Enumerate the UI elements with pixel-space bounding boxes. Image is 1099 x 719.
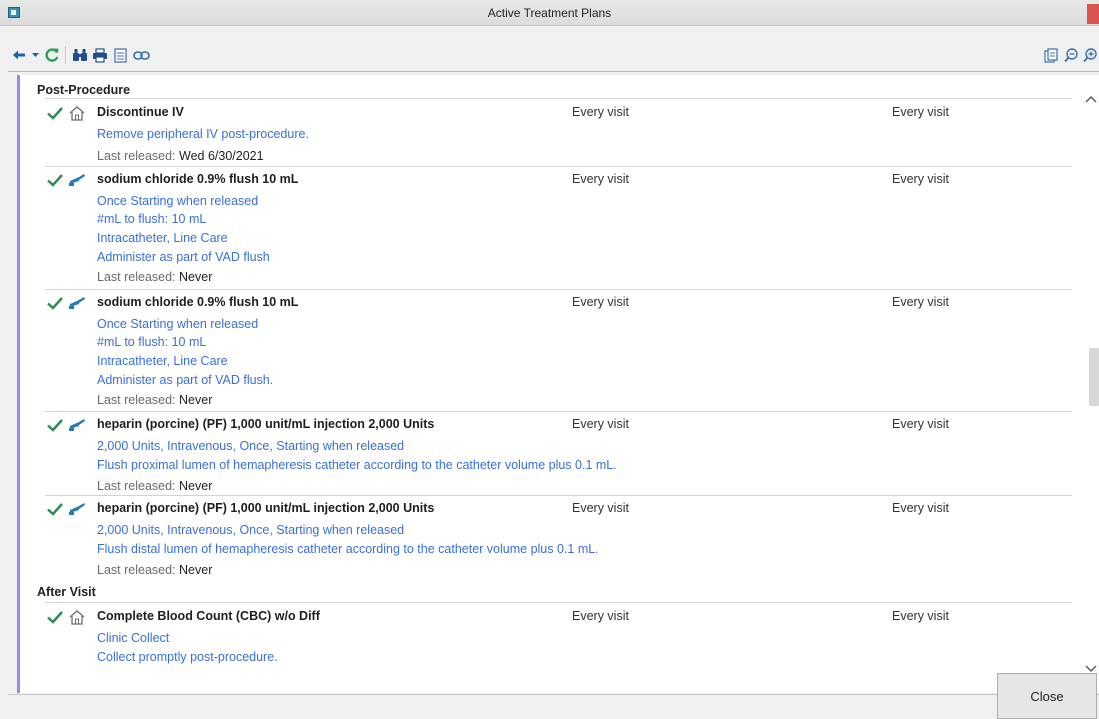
order-frequency-2: Every visit [892,417,949,431]
order-title[interactable]: Complete Blood Count (CBC) w/o Diff [97,609,320,623]
last-released: Last released: Never [97,393,212,407]
order-detail: Intracatheter, Line Care [97,354,228,368]
checkmark-icon [47,610,63,624]
back-arrow-icon[interactable] [10,43,28,67]
close-button[interactable]: Close [997,673,1097,719]
order-frequency-2: Every visit [892,609,949,623]
last-released-value: Wed 6/30/2021 [179,149,264,163]
syringe-icon [68,417,86,433]
order-frequency-2: Every visit [892,295,949,309]
last-released-value: Never [179,479,213,493]
syringe-icon [68,172,86,188]
scrollbar-thumb[interactable] [1089,348,1099,406]
binoculars-icon[interactable] [70,43,90,67]
order-detail: Collect promptly post-procedure. [97,650,278,664]
zoom-out-icon[interactable] [1062,43,1080,67]
last-released-label: Last released: [97,479,176,493]
checkmark-icon [47,106,63,120]
order-row-sodium-chloride-flush[interactable]: sodium chloride 0.9% flush 10 mL Every v… [17,295,1082,411]
scroll-up-icon[interactable] [1084,93,1098,103]
order-row-discontinue-iv[interactable]: Discontinue IV Every visit Every visit R… [17,105,1082,165]
order-row-heparin-injection[interactable]: heparin (porcine) (PF) 1,000 unit/mL inj… [17,417,1082,495]
last-released: Last released: Never [97,479,212,493]
last-released-value: Never [179,563,213,577]
home-icon [68,105,86,121]
last-released-value: Never [179,270,213,284]
divider [45,289,1072,290]
print-icon[interactable] [90,43,110,67]
last-released: Last released: Never [97,270,212,284]
document-icon[interactable] [110,43,130,67]
footer-divider [8,694,1099,695]
divider [45,166,1072,167]
window-title: Active Treatment Plans [487,6,612,20]
dropdown-arrow-icon[interactable] [29,43,41,67]
order-frequency: Every visit [572,501,629,515]
order-title[interactable]: heparin (porcine) (PF) 1,000 unit/mL inj… [97,501,434,515]
syringe-icon [68,501,86,517]
order-frequency-2: Every visit [892,105,949,119]
order-detail: Once Starting when released [97,317,259,331]
section-header-after-visit: After Visit [37,585,96,599]
order-detail: Flush proximal lumen of hemapheresis cat… [97,458,617,472]
order-detail: Clinic Collect [97,631,170,645]
last-released-value: Never [179,393,213,407]
order-row-heparin-injection[interactable]: heparin (porcine) (PF) 1,000 unit/mL inj… [17,501,1082,579]
order-detail: Administer as part of VAD flush. [97,373,274,387]
checkmark-icon [47,418,63,432]
order-title[interactable]: Discontinue IV [97,105,184,119]
last-released-label: Last released: [97,149,176,163]
last-released-label: Last released: [97,270,176,284]
order-detail: #mL to flush: 10 mL [97,335,207,349]
order-detail: #mL to flush: 10 mL [97,212,207,226]
treatment-plan-list[interactable]: Post-Procedure Discontinue IV Every visi… [17,75,1082,693]
refresh-icon[interactable] [42,43,62,67]
divider [45,495,1072,496]
order-title[interactable]: sodium chloride 0.9% flush 10 mL [97,172,298,186]
order-detail: 2,000 Units, Intravenous, Once, Starting… [97,439,405,453]
order-detail: Flush distal lumen of hemapheresis cathe… [97,542,599,556]
divider [45,98,1072,99]
toolbar [8,43,1099,69]
scroll-down-icon[interactable] [1084,663,1098,673]
syringe-icon [68,295,86,311]
order-detail: 2,000 Units, Intravenous, Once, Starting… [97,523,405,537]
order-frequency: Every visit [572,609,629,623]
home-icon [68,609,86,625]
order-frequency: Every visit [572,417,629,431]
last-released-label: Last released: [97,393,176,407]
vertical-scrollbar[interactable] [1082,75,1099,693]
order-title[interactable]: sodium chloride 0.9% flush 10 mL [97,295,298,309]
last-released-label: Last released: [97,563,176,577]
checkmark-icon [47,502,63,516]
report-icon[interactable] [1042,43,1060,67]
order-frequency: Every visit [572,172,629,186]
last-released: Last released: Never [97,563,212,577]
window-close-button[interactable] [1087,4,1099,24]
order-frequency: Every visit [572,105,629,119]
last-released: Last released: Wed 6/30/2021 [97,149,264,163]
order-detail: Administer as part of VAD flush [97,250,270,264]
order-frequency: Every visit [572,295,629,309]
toolbar-divider [8,71,1099,72]
link-icon[interactable] [130,43,152,67]
title-bar: Active Treatment Plans [0,0,1099,26]
order-row-cbc[interactable]: Complete Blood Count (CBC) w/o Diff Ever… [17,609,1082,669]
order-frequency-2: Every visit [892,501,949,515]
checkmark-icon [47,296,63,310]
order-row-sodium-chloride-flush[interactable]: sodium chloride 0.9% flush 10 mL Every v… [17,172,1082,288]
divider [45,411,1072,412]
zoom-in-icon[interactable] [1082,43,1099,67]
section-header-post-procedure: Post-Procedure [37,83,131,97]
order-frequency-2: Every visit [892,172,949,186]
divider [45,602,1072,603]
order-detail: Remove peripheral IV post-procedure. [97,127,309,141]
order-detail: Once Starting when released [97,194,259,208]
checkmark-icon [47,173,63,187]
order-detail: Intracatheter, Line Care [97,231,228,245]
order-title[interactable]: heparin (porcine) (PF) 1,000 unit/mL inj… [97,417,434,431]
